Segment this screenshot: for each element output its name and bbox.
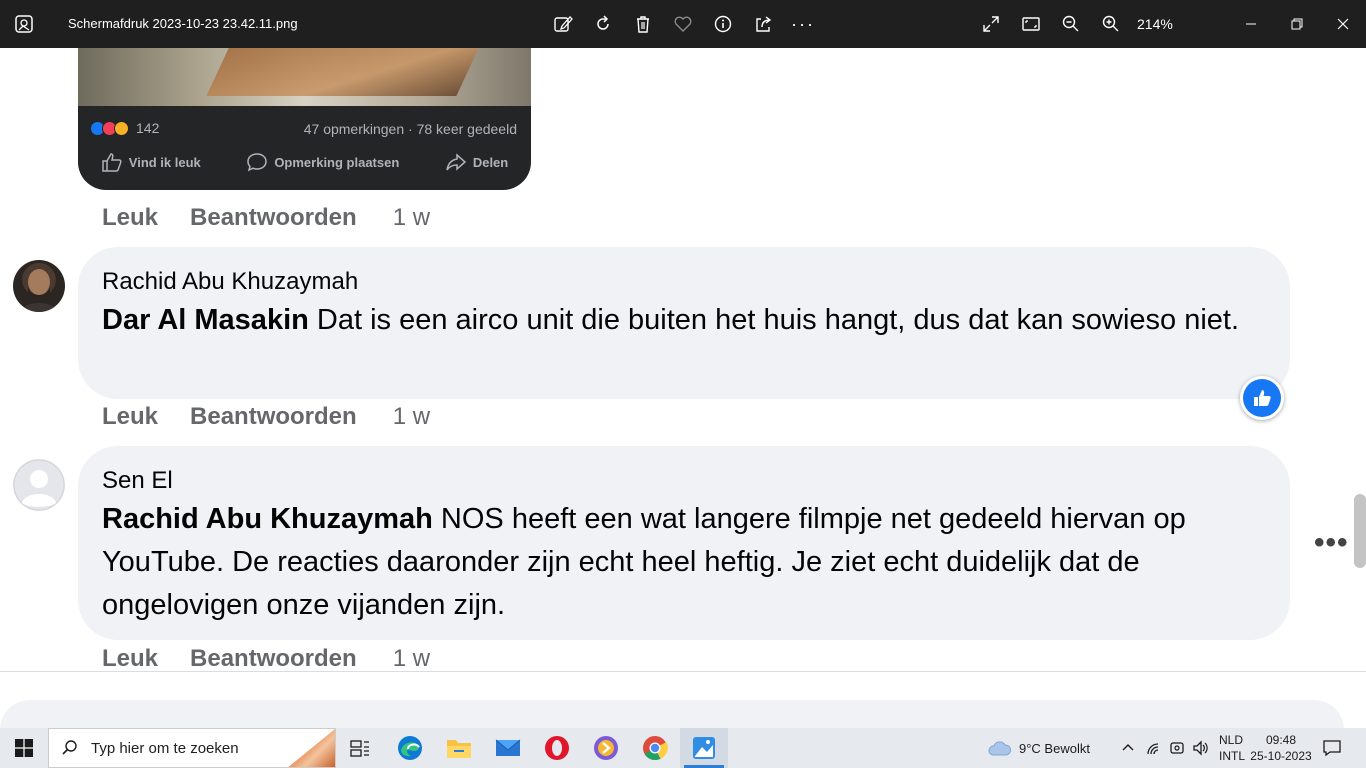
comment-time[interactable]: 1 w bbox=[393, 403, 430, 431]
scrollbar-thumb[interactable] bbox=[1354, 494, 1366, 568]
reply-link[interactable]: Beantwoorden bbox=[190, 204, 357, 232]
post-actions: Vind ik leuk Opmerking plaatsen Delen bbox=[78, 152, 531, 172]
delete-icon[interactable] bbox=[631, 12, 655, 36]
fit-icon[interactable] bbox=[1019, 12, 1043, 36]
more-icon[interactable]: ··· bbox=[791, 12, 815, 36]
clock[interactable]: 09:48 25-10-2023 bbox=[1250, 732, 1312, 764]
zoom-level: 214% bbox=[1137, 16, 1173, 32]
photos-app-icon bbox=[14, 14, 34, 34]
fullscreen-icon[interactable] bbox=[979, 12, 1003, 36]
info-icon[interactable] bbox=[711, 12, 735, 36]
edit-icon[interactable] bbox=[551, 12, 575, 36]
input-language[interactable]: NLD INTL bbox=[1219, 732, 1245, 764]
zoom-in-icon[interactable] bbox=[1099, 12, 1123, 36]
search-highlight-art bbox=[286, 729, 335, 767]
network-icon[interactable] bbox=[1146, 728, 1164, 768]
reply-link[interactable]: Beantwoorden bbox=[190, 645, 357, 673]
like-link[interactable]: Leuk bbox=[102, 645, 158, 673]
post-photo bbox=[78, 48, 531, 106]
post-stats: 47 opmerkingen · 78 keer gedeeld bbox=[303, 121, 517, 137]
chevron-up-icon bbox=[1122, 744, 1134, 751]
image-viewport: 142 47 opmerkingen · 78 keer gedeeld Vin… bbox=[0, 48, 1366, 728]
title-bar: Schermafdruk 2023-10-23 23.42.11.png ··· bbox=[0, 0, 1366, 48]
close-icon[interactable] bbox=[1331, 12, 1355, 36]
comment-author[interactable]: Sen El bbox=[102, 464, 1266, 498]
search-placeholder: Typ hier om te zoeken bbox=[91, 739, 239, 757]
favorite-icon[interactable] bbox=[671, 12, 695, 36]
thumbs-up-icon bbox=[102, 153, 122, 172]
restore-icon[interactable] bbox=[1285, 12, 1309, 36]
like-link[interactable]: Leuk bbox=[102, 403, 158, 431]
compose-bar bbox=[0, 700, 1344, 728]
reaction-count: 142 bbox=[136, 120, 160, 136]
share-arrow-icon bbox=[446, 153, 466, 171]
weather-widget[interactable]: 9°C Bewolkt bbox=[986, 728, 1090, 768]
embedded-post-card: 142 47 opmerkingen · 78 keer gedeeld Vin… bbox=[78, 48, 531, 190]
thumbs-up-icon bbox=[1254, 390, 1271, 406]
mail-icon[interactable] bbox=[484, 728, 532, 768]
edge-icon[interactable] bbox=[386, 728, 434, 768]
share-icon[interactable] bbox=[751, 12, 775, 36]
show-hidden-icons[interactable] bbox=[1120, 728, 1136, 768]
comment-like-badge[interactable] bbox=[1240, 376, 1284, 420]
comment-time[interactable]: 1 w bbox=[393, 204, 430, 232]
volume-icon[interactable] bbox=[1192, 728, 1210, 768]
comment-icon bbox=[247, 153, 268, 172]
post-comment-action: Opmerking plaatsen bbox=[246, 152, 399, 172]
search-icon bbox=[62, 740, 77, 755]
rotate-icon[interactable] bbox=[591, 12, 615, 36]
photos-icon[interactable] bbox=[680, 728, 728, 768]
task-view-icon[interactable] bbox=[336, 728, 384, 768]
zoom-out-icon[interactable] bbox=[1059, 12, 1083, 36]
comment-meta-row: Leuk Beantwoorden 1 w bbox=[102, 204, 430, 232]
like-link[interactable]: Leuk bbox=[102, 204, 158, 232]
comment-meta-row: Leuk Beantwoorden 1 w bbox=[102, 645, 430, 673]
notification-icon[interactable] bbox=[1322, 738, 1342, 763]
start-button[interactable] bbox=[0, 728, 48, 768]
taskbar-search[interactable]: Typ hier om te zoeken bbox=[48, 728, 336, 768]
mention-tag[interactable]: Rachid Abu Khuzaymah bbox=[102, 503, 433, 535]
comment-author[interactable]: Rachid Abu Khuzaymah bbox=[102, 265, 1266, 299]
browser-icon[interactable] bbox=[582, 728, 630, 768]
comment-text: Dar Al Masakin Dat is een airco unit die… bbox=[102, 304, 1240, 336]
sad-reaction-icon bbox=[114, 120, 129, 136]
avatar[interactable] bbox=[13, 260, 65, 312]
post-share-action: Delen bbox=[445, 152, 508, 172]
taskbar: Typ hier om te zoeken 9°C Bewolkt NLD IN… bbox=[0, 728, 1366, 768]
windows-icon bbox=[15, 739, 33, 757]
comment-bubble: Sen El Rachid Abu Khuzaymah NOS heeft ee… bbox=[78, 446, 1290, 640]
chrome-icon[interactable] bbox=[631, 728, 679, 768]
minimize-icon[interactable] bbox=[1239, 12, 1263, 36]
comment-time[interactable]: 1 w bbox=[393, 645, 430, 673]
window-title: Schermafdruk 2023-10-23 23.42.11.png bbox=[68, 16, 298, 31]
file-explorer-icon[interactable] bbox=[435, 728, 483, 768]
comment-bubble: Rachid Abu Khuzaymah Dar Al Masakin Dat … bbox=[78, 247, 1290, 399]
comment-text: Rachid Abu Khuzaymah NOS heeft een wat l… bbox=[102, 503, 1186, 621]
post-like-action: Vind ik leuk bbox=[101, 152, 201, 172]
meet-now-icon[interactable] bbox=[1169, 728, 1185, 768]
opera-icon[interactable] bbox=[533, 728, 581, 768]
cloud-icon bbox=[988, 741, 1012, 756]
reply-link[interactable]: Beantwoorden bbox=[190, 403, 357, 431]
default-avatar[interactable] bbox=[13, 459, 65, 511]
reactions-summary: 142 bbox=[90, 120, 159, 136]
comment-more-button[interactable]: ••• bbox=[1314, 526, 1349, 560]
comment-meta-row: Leuk Beantwoorden 1 w bbox=[102, 403, 430, 431]
divider bbox=[0, 671, 1366, 672]
mention-tag[interactable]: Dar Al Masakin bbox=[102, 304, 309, 336]
